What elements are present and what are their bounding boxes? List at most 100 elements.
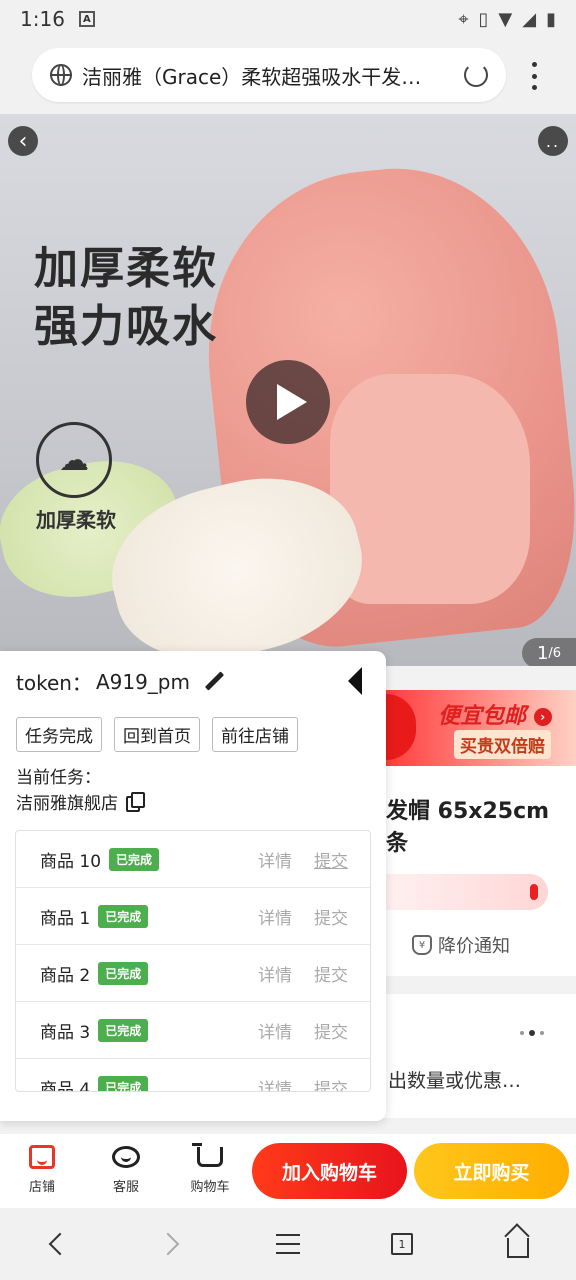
submit-link[interactable]: 提交 — [314, 1018, 348, 1043]
current-task-label: 当前任务： — [16, 768, 101, 788]
list-item: 商品 2 已完成 详情 提交 — [16, 945, 370, 1002]
status-badge: 已完成 — [98, 1018, 149, 1042]
status-time: 1:16 — [20, 7, 65, 31]
back-icon — [48, 1232, 72, 1256]
vibrate-icon: ▯ — [478, 8, 489, 30]
yen-bell-icon: ¥ — [412, 935, 432, 955]
product-media[interactable]: 加厚柔软 强力吸水 ☁ 加厚柔软 ‹ .. 1/6 — [0, 114, 576, 666]
cloud-badge-label: 加厚柔软 — [36, 508, 116, 532]
task-list[interactable]: 商品 10 已完成 详情 提交 商品 1 已完成 详情 提交 商品 2 已完成 … — [15, 830, 371, 1092]
image-counter: 1/6 — [522, 638, 576, 666]
reload-icon[interactable] — [464, 63, 488, 87]
back-home-button[interactable]: 回到首页 — [114, 717, 200, 752]
submit-link[interactable]: 提交 — [314, 961, 348, 986]
list-item: 商品 3 已完成 详情 提交 — [16, 1002, 370, 1059]
more-icon[interactable]: .. — [538, 126, 568, 156]
price-notify-button[interactable]: ¥ 降价通知 — [412, 932, 510, 958]
token-label: token： — [16, 671, 92, 695]
coupon-bar[interactable] — [386, 874, 548, 910]
forward-button[interactable] — [152, 1226, 192, 1262]
hero-headline-line2: 强力吸水 — [34, 301, 218, 352]
copy-icon[interactable] — [126, 792, 145, 812]
back-arrow-icon[interactable]: ‹ — [8, 126, 38, 156]
submit-link[interactable]: 提交 — [314, 904, 348, 929]
status-badge: 已完成 — [98, 961, 149, 985]
back-button[interactable] — [36, 1226, 76, 1262]
current-task-store: 洁丽雅旗舰店 — [16, 794, 118, 814]
collapse-panel-icon[interactable] — [348, 667, 362, 695]
customer-service-icon — [112, 1146, 140, 1168]
address-bar[interactable]: 洁丽雅（Grace）柔软超强吸水干发… — [32, 48, 506, 102]
cart-tab-label: 购物车 — [190, 1180, 230, 1195]
hero-headline-line1: 加厚柔软 — [34, 243, 218, 294]
product-info-card: 发帽 65x25cm 条 ¥ 降价通知 — [370, 766, 576, 976]
service-tab[interactable]: 客服 — [96, 1142, 156, 1195]
play-video-button[interactable] — [246, 360, 330, 444]
store-icon — [29, 1145, 55, 1169]
address-bar-title[interactable]: 洁丽雅（Grace）柔软超强吸水干发… — [82, 61, 454, 90]
promo-price-block — [386, 694, 416, 760]
promo-title-text: 便宜包邮 — [438, 704, 527, 729]
task-panel: token： A919_pm 任务完成 回到首页 前往店铺 当前任务： 洁丽雅旗… — [0, 651, 386, 1121]
browser-menu-icon[interactable] — [528, 62, 540, 90]
task-done-button[interactable]: 任务完成 — [16, 717, 102, 752]
globe-icon — [50, 64, 72, 86]
battery-icon: ▮ — [546, 8, 556, 30]
store-tab-label: 店铺 — [28, 1180, 55, 1195]
go-store-button[interactable]: 前往店铺 — [212, 717, 298, 752]
item-name: 商品 10 — [40, 851, 102, 872]
item-name: 商品 3 — [40, 1022, 91, 1043]
item-name: 商品 4 — [40, 1079, 91, 1092]
status-badge: 已完成 — [98, 904, 149, 928]
detail-link[interactable]: 详情 — [258, 961, 292, 986]
menu-button[interactable] — [268, 1226, 308, 1262]
detail-link[interactable]: 详情 — [258, 1075, 292, 1092]
detail-link[interactable]: 详情 — [258, 1018, 292, 1043]
navigation-bar: 1 — [0, 1208, 576, 1280]
item-name: 商品 2 — [40, 965, 91, 986]
promo-subtitle: 买贵双倍赔 — [454, 730, 551, 759]
coupon-dot-icon — [530, 884, 538, 900]
tabs-button[interactable]: 1 — [382, 1226, 422, 1262]
status-badge: 已完成 — [98, 1075, 149, 1091]
menu-icon — [276, 1234, 300, 1254]
submit-link[interactable]: 提交 — [314, 1075, 348, 1092]
token-row: token： A919_pm — [16, 667, 224, 696]
store-tab[interactable]: 店铺 — [12, 1142, 72, 1195]
panel-buttons: 任务完成 回到首页 前往店铺 — [16, 717, 298, 752]
chevron-right-icon: › — [533, 708, 552, 726]
forward-icon — [156, 1232, 180, 1256]
hero-headline: 加厚柔软 强力吸水 — [34, 240, 218, 356]
browser-toolbar: 洁丽雅（Grace）柔软超强吸水干发… — [0, 38, 576, 114]
image-counter-total: /6 — [548, 645, 562, 661]
cart-icon — [192, 1143, 223, 1167]
option-card[interactable]: 出数量或优惠… — [370, 994, 576, 1118]
price-notify-label: 降价通知 — [438, 936, 510, 957]
location-icon: ⌖ — [458, 8, 469, 30]
tabs-icon: 1 — [391, 1233, 413, 1255]
home-icon — [507, 1238, 529, 1258]
image-counter-current: 1 — [536, 642, 549, 664]
detail-link[interactable]: 详情 — [258, 904, 292, 929]
list-item: 商品 1 已完成 详情 提交 — [16, 888, 370, 945]
product-title-line2: 条 — [386, 831, 409, 856]
submit-link[interactable]: 提交 — [314, 847, 348, 872]
status-bar: 1:16 A ⌖ ▯ ▼ ◢ ▮ — [0, 0, 576, 38]
list-item: 商品 4 已完成 详情 提交 — [16, 1059, 370, 1092]
purchase-action-bar: 店铺 客服 购物车 加入购物车 立即购买 — [0, 1134, 576, 1208]
cloud-icon: ☁ — [36, 422, 112, 498]
signal-icon: ◢ — [522, 8, 537, 30]
promo-title: 便宜包邮 › — [438, 698, 552, 730]
item-name: 商品 1 — [40, 908, 91, 929]
list-item: 商品 10 已完成 详情 提交 — [16, 831, 370, 888]
add-to-cart-button[interactable]: 加入购物车 — [252, 1143, 407, 1199]
detail-link[interactable]: 详情 — [258, 847, 292, 872]
cart-tab[interactable]: 购物车 — [180, 1142, 240, 1195]
buy-now-button[interactable]: 立即购买 — [414, 1143, 569, 1199]
current-task: 当前任务： 洁丽雅旗舰店 — [16, 765, 145, 817]
pencil-icon[interactable] — [204, 672, 224, 692]
status-badge: 已完成 — [109, 847, 160, 871]
home-button[interactable] — [498, 1226, 538, 1262]
keyboard-indicator-icon: A — [78, 11, 95, 27]
promo-banner[interactable]: 便宜包邮 › 买贵双倍赔 — [386, 690, 576, 766]
